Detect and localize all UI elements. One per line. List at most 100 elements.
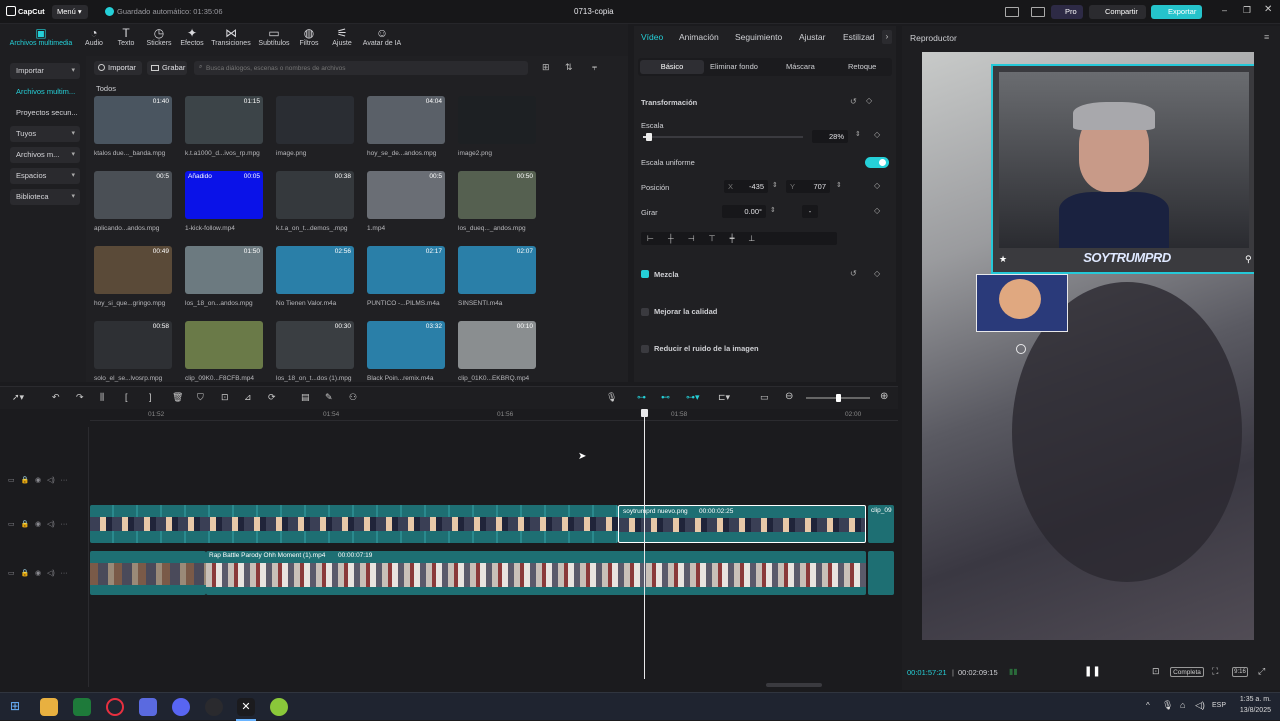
grid-view-icon[interactable]: ⊞ bbox=[542, 62, 550, 73]
app2-icon[interactable] bbox=[270, 698, 288, 716]
tab-ai-avatar[interactable]: ☺ Avatar de IA bbox=[358, 27, 406, 48]
media-thumbnail[interactable]: 02:17 bbox=[367, 246, 445, 294]
sidebar-item-library[interactable]: Biblioteca ▾ bbox=[10, 189, 80, 205]
minimize-icon[interactable]: – bbox=[1222, 5, 1227, 15]
uniform-scale-toggle[interactable] bbox=[865, 157, 889, 168]
position-y-input[interactable]: Y 707 bbox=[786, 180, 830, 193]
reset-icon[interactable]: ↺ bbox=[850, 269, 857, 278]
sticker-track-clips[interactable] bbox=[90, 505, 618, 543]
scale-input[interactable]: 28% bbox=[812, 130, 848, 143]
time-ruler[interactable]: 01:52 01:54 01:56 01:58 02:00 bbox=[90, 409, 898, 421]
delete-icon[interactable]: 🗑 bbox=[172, 392, 183, 403]
video-clip-1[interactable] bbox=[90, 551, 206, 595]
sort-icon[interactable]: ⇅ bbox=[565, 62, 573, 73]
position-x-input[interactable]: X -435 bbox=[724, 180, 768, 193]
stepper-icon[interactable]: ⇕ bbox=[836, 181, 842, 189]
media-thumbnail[interactable]: 04:04 bbox=[367, 96, 445, 144]
playhead[interactable] bbox=[644, 409, 645, 679]
rotate-handle-icon[interactable] bbox=[1016, 344, 1026, 354]
sidebar-item-media[interactable]: Archivos multim... bbox=[10, 84, 80, 100]
media-thumbnail[interactable]: 00:05 Añadido bbox=[185, 171, 263, 219]
trim-right-icon[interactable]: ] bbox=[149, 392, 152, 402]
sidebar-item-spaces[interactable]: Espacios ▾ bbox=[10, 168, 80, 184]
keyframe-icon[interactable]: ◇ bbox=[874, 269, 880, 278]
keyframe-icon[interactable]: ◇ bbox=[874, 181, 880, 190]
freeze-icon[interactable]: ▤ bbox=[301, 392, 310, 403]
crop-tool-icon[interactable]: ⊡ bbox=[221, 392, 229, 403]
keyframe-icon[interactable]: ◇ bbox=[866, 96, 872, 105]
import-button[interactable]: Importar bbox=[94, 61, 142, 75]
subtab-basic[interactable]: Básico bbox=[640, 60, 704, 74]
tab-effects[interactable]: ✦ Efectos bbox=[170, 27, 214, 48]
zoom-slider[interactable] bbox=[806, 394, 870, 402]
maximize-icon[interactable]: ❐ bbox=[1243, 5, 1251, 16]
menu-icon[interactable]: ≡ bbox=[1264, 32, 1269, 42]
caption-icon[interactable]: ▭ bbox=[760, 392, 769, 403]
undo-icon[interactable]: ↶ bbox=[52, 392, 60, 403]
excel-icon[interactable] bbox=[73, 698, 91, 716]
video-preview[interactable]: SOYTRUMPRD ★ ⚲ bbox=[922, 52, 1254, 640]
selected-clip[interactable]: soytrumprd nuevo.png 00:00:02:25 bbox=[618, 505, 866, 543]
stepper-icon[interactable]: ⇕ bbox=[855, 130, 861, 138]
enhance-checkbox[interactable] bbox=[641, 308, 649, 316]
stepper-icon[interactable]: ⇕ bbox=[772, 181, 778, 189]
mic-tray-icon[interactable]: 🎙 bbox=[1162, 700, 1173, 711]
obs-icon[interactable] bbox=[205, 698, 223, 716]
pro-button[interactable]: Pro bbox=[1051, 5, 1083, 19]
tab-transitions[interactable]: ⋈ Transiciones bbox=[209, 27, 253, 48]
tab-animation[interactable]: Animación bbox=[679, 32, 719, 42]
network-icon[interactable]: ⌂ bbox=[1180, 700, 1185, 710]
pause-icon[interactable]: ❚❚ bbox=[1084, 666, 1101, 677]
reset-icon[interactable]: ↺ bbox=[850, 97, 857, 106]
capcut-taskbar-icon[interactable]: ✕ bbox=[237, 698, 255, 716]
snap-icon[interactable]: ⊏▾ bbox=[718, 392, 730, 403]
person-icon[interactable]: ⚇ bbox=[349, 392, 357, 403]
record-button[interactable]: Grabar bbox=[147, 61, 187, 75]
windows-start-icon[interactable]: ⊞ bbox=[10, 699, 20, 713]
media-thumbnail[interactable]: 03:32 bbox=[367, 321, 445, 369]
tab-adjust-props[interactable]: Ajustar bbox=[799, 32, 825, 42]
crop-icon[interactable]: ⊡ bbox=[1152, 666, 1160, 677]
media-thumbnail[interactable]: 00:38 bbox=[276, 171, 354, 219]
video-clip-main[interactable]: Rap Battle Parody Ohh Moment (1).mp4 00:… bbox=[206, 551, 866, 595]
expand-icon[interactable]: ⤢ bbox=[1258, 666, 1265, 677]
media-thumbnail[interactable]: 02:56 bbox=[276, 246, 354, 294]
zoom-out-icon[interactable]: ⊖ bbox=[785, 391, 793, 402]
denoise-checkbox[interactable] bbox=[641, 345, 649, 353]
keyframe-icon[interactable]: ◇ bbox=[874, 130, 880, 139]
subtab-retouch[interactable]: Retoque bbox=[848, 62, 876, 71]
media-thumbnail[interactable]: 00:5 bbox=[94, 171, 172, 219]
subtab-remove-bg[interactable]: Eliminar fondo bbox=[710, 62, 758, 71]
scale-slider-handle[interactable] bbox=[646, 133, 653, 141]
app-icon[interactable] bbox=[139, 698, 157, 716]
aspect-ratio-button[interactable]: 9:16 bbox=[1232, 667, 1248, 677]
preview-axis-icon[interactable]: ⊶▾ bbox=[686, 392, 700, 403]
shortcuts-icon[interactable] bbox=[1031, 7, 1045, 17]
quality-button[interactable]: Completa bbox=[1170, 667, 1204, 677]
shield-icon[interactable]: ⛉ bbox=[197, 392, 204, 403]
next-video-clip[interactable] bbox=[868, 551, 894, 595]
next-clip[interactable]: clip_09 bbox=[868, 505, 894, 543]
layout-icon[interactable] bbox=[1005, 7, 1019, 17]
media-thumbnail[interactable]: 00:58 bbox=[94, 321, 172, 369]
zoom-in-icon[interactable]: ⊕ bbox=[880, 391, 888, 402]
select-tool-icon[interactable]: ➚▾ bbox=[12, 392, 24, 403]
media-thumbnail[interactable]: 00:10 bbox=[458, 321, 536, 369]
link-icon[interactable]: ⊶ bbox=[637, 392, 646, 403]
stepper-icon[interactable]: ⇕ bbox=[770, 206, 776, 214]
media-thumbnail[interactable]: 01:15 bbox=[185, 96, 263, 144]
fullscreen-icon[interactable]: ⛶ bbox=[1212, 666, 1218, 677]
sidebar-item-subprojects[interactable]: Proyectos secun... bbox=[10, 105, 80, 121]
media-thumbnail[interactable] bbox=[185, 321, 263, 369]
magnet-icon[interactable]: ⊷ bbox=[661, 392, 670, 403]
flip-button[interactable]: - bbox=[802, 205, 818, 218]
redo-icon[interactable]: ↷ bbox=[76, 392, 84, 403]
align-toolbar[interactable]: ⊢┼⊣⊤┿⊥ bbox=[641, 232, 837, 245]
sidebar-item-files[interactable]: Archivos m... ▾ bbox=[10, 147, 80, 163]
chevron-right-icon[interactable]: › bbox=[882, 30, 892, 44]
playhead-handle[interactable] bbox=[641, 409, 648, 417]
menu-button[interactable]: Menú ▾ bbox=[52, 5, 88, 19]
horizontal-scrollbar[interactable] bbox=[766, 683, 822, 687]
trim-left-icon[interactable]: [ bbox=[125, 392, 128, 402]
language-indicator[interactable]: ESP bbox=[1212, 702, 1226, 709]
